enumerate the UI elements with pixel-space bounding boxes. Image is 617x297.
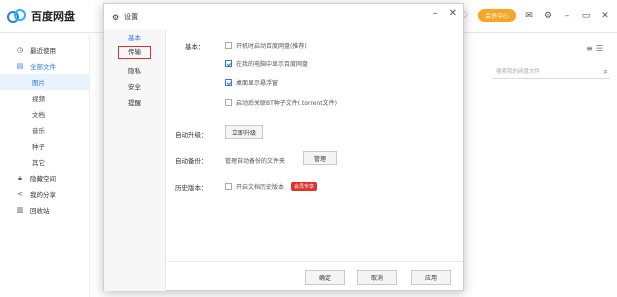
share-icon: < (17, 190, 23, 198)
show-in-computer-checkbox[interactable] (225, 60, 232, 67)
option-startup[interactable]: 开机时启动百度网盘(推荐) (225, 41, 307, 50)
option-floating-window[interactable]: 桌面显示悬浮窗 (225, 78, 278, 87)
sidebar-item-docs[interactable]: 文档 (0, 106, 89, 122)
sidebar-item-label: 视频 (32, 95, 45, 103)
doc-history-checkbox[interactable] (225, 183, 232, 190)
dialog-title-bar: ⚙ 设置 (104, 4, 463, 30)
sidebar-item-label: 其它 (32, 159, 45, 167)
settings-nav: 基本 传输 隐私 安全 提醒 (104, 30, 166, 291)
top-right-controls: ♢ 会员中心 ✉ ⚙ – ▭ ✕ (459, 9, 611, 22)
sidebar-item-images[interactable]: 图片 (0, 74, 89, 90)
auto-backup-label: 自动备份： (175, 157, 208, 165)
sidebar-item-label: 种子 (32, 143, 45, 151)
option-label: 开启文档历史版本 (236, 184, 285, 191)
option-label: 在我的电脑中显示百度网盘 (236, 61, 309, 68)
sidebar-item-recycle-bin[interactable]: ▥ 回收站 (0, 202, 89, 218)
folder-icon: ▤ (16, 62, 24, 70)
search-icon[interactable]: ⌕ (604, 67, 608, 77)
tab-transfer[interactable]: 传输 (118, 46, 151, 59)
app-logo: 百度网盘 (7, 8, 75, 24)
upgrade-now-button[interactable]: 立即升级 (225, 125, 263, 139)
mail-icon[interactable]: ✉ (523, 11, 535, 21)
sidebar-item-label: 全部文件 (30, 63, 56, 71)
apply-button[interactable]: 应用 (411, 270, 451, 285)
sidebar-item-label: 图片 (32, 79, 45, 87)
sidebar-item-videos[interactable]: 视频 (0, 90, 89, 106)
tab-basic[interactable]: 基本 (104, 30, 165, 46)
floating-window-checkbox[interactable] (225, 79, 232, 86)
basic-label: 基本： (185, 43, 205, 51)
option-show-in-computer[interactable]: 在我的电脑中显示百度网盘 (225, 59, 308, 68)
sidebar-item-torrents[interactable]: 种子 (0, 138, 89, 154)
sidebar-item-label: 文档 (32, 111, 45, 119)
vip-only-badge: 会员专享 (291, 182, 318, 191)
sidebar-item-label: 我的分享 (30, 191, 56, 199)
sidebar-item-label: 回收站 (30, 207, 50, 215)
sidebar-item-label: 音乐 (32, 127, 45, 135)
app-title: 百度网盘 (31, 10, 75, 23)
option-doc-history[interactable]: 开启文档历史版本 会员专享 (225, 182, 318, 191)
list-view-icon[interactable]: ☰ (596, 44, 606, 53)
settings-body: 基本： 开机时启动百度网盘(推荐) 在我的电脑中显示百度网盘 桌面显示悬浮窗 启… (167, 30, 463, 260)
settings-dialog: ⚙ 设置 – ✕ 基本 传输 隐私 安全 提醒 基本： 开机时启动百度网盘(推荐… (103, 3, 464, 291)
minimize-icon[interactable]: – (433, 8, 438, 19)
startup-checkbox[interactable] (225, 42, 232, 49)
option-bt-association[interactable]: 启动后关联BT种子文件(.torrent文件) (225, 98, 337, 107)
trash-icon: ▥ (16, 206, 24, 214)
gear-icon: ⚙ (112, 12, 120, 22)
close-icon[interactable]: ✕ (599, 11, 611, 21)
auto-backup-desc: 管理自动备份的文件夹 (225, 158, 286, 165)
manage-button[interactable]: 管理 (303, 151, 337, 165)
sidebar: ◷ 最近使用 ▤ 全部文件 图片 视频 文档 音乐 种子 其它 🔒︎ 隐藏空间 … (0, 34, 90, 297)
sidebar-item-label: 最近使用 (30, 47, 56, 55)
search-input[interactable]: 搜索我的网盘文件 (492, 65, 610, 79)
sidebar-item-music[interactable]: 音乐 (0, 122, 89, 138)
view-toggle[interactable]: ≡☰ (586, 44, 606, 53)
sort-icon[interactable]: ≡ (586, 44, 596, 53)
auto-upgrade-label: 自动升级： (175, 131, 208, 139)
cancel-button[interactable]: 取消 (357, 270, 397, 285)
maximize-icon[interactable]: ▭ (580, 11, 592, 21)
sidebar-item-my-shares[interactable]: < 我的分享 (0, 186, 89, 202)
option-label: 桌面显示悬浮窗 (236, 80, 279, 87)
tab-security[interactable]: 安全 (104, 79, 165, 95)
sidebar-item-other[interactable]: 其它 (0, 154, 89, 170)
bt-association-checkbox[interactable] (225, 99, 232, 106)
vip-center-button[interactable]: 会员中心 (477, 9, 516, 22)
minimize-icon[interactable]: – (561, 11, 573, 21)
sidebar-item-hidden-space[interactable]: 🔒︎ 隐藏空间 (0, 170, 89, 186)
dialog-window-controls: – ✕ (433, 8, 457, 19)
dialog-title: 设置 (124, 13, 139, 21)
lock-icon: 🔒︎ (18, 173, 22, 182)
sidebar-item-all-files[interactable]: ▤ 全部文件 (0, 58, 89, 74)
close-icon[interactable]: ✕ (449, 8, 457, 19)
tab-reminders[interactable]: 提醒 (104, 95, 165, 111)
content-toolbar: ≡☰ 搜索我的网盘文件 ⌕ (462, 40, 612, 100)
history-label: 历史版本： (175, 184, 208, 192)
cloud-logo-icon (7, 9, 26, 23)
ok-button[interactable]: 确定 (305, 270, 345, 285)
sidebar-item-label: 隐藏空间 (30, 175, 56, 183)
clock-icon: ◷ (16, 46, 24, 54)
dialog-footer: 确定 取消 应用 (167, 261, 463, 291)
option-label: 启动后关联BT种子文件(.torrent文件) (236, 100, 337, 107)
tab-privacy[interactable]: 隐私 (104, 63, 165, 79)
sidebar-item-recent[interactable]: ◷ 最近使用 (0, 42, 89, 58)
gear-icon[interactable]: ⚙ (542, 11, 554, 21)
option-label: 开机时启动百度网盘(推荐) (236, 43, 307, 50)
